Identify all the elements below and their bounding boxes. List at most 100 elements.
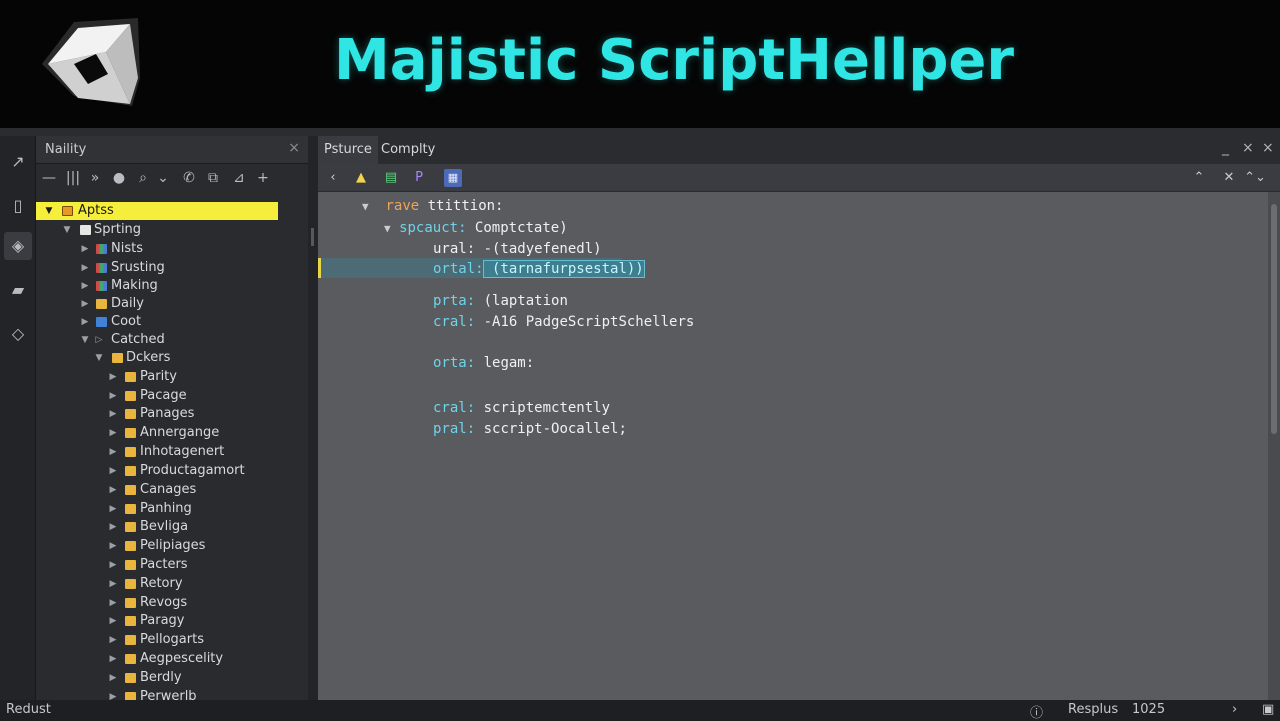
tree-item-label: Nists	[111, 241, 143, 256]
tree-item[interactable]: ▶ Retory	[36, 575, 278, 593]
caret-right-icon[interactable]: ▶	[108, 650, 118, 668]
caret-right-icon[interactable]: ▶	[80, 295, 90, 313]
fold-icon[interactable]: ▼	[384, 222, 391, 235]
tree-item[interactable]: ▶ Parity	[36, 368, 278, 386]
caret-right-icon[interactable]: ▶	[108, 424, 118, 442]
back-icon[interactable]: ‹	[324, 169, 342, 187]
tree-item[interactable]: ▼ Dckers	[36, 349, 278, 367]
tree-item[interactable]: ▶ Pacage	[36, 387, 278, 405]
chevrons-icon[interactable]: »	[86, 170, 104, 186]
caret-down-icon[interactable]: ▼	[94, 349, 104, 367]
info-icon[interactable]: ⓘ	[1030, 702, 1043, 721]
caret-right-icon[interactable]: ▶	[80, 259, 90, 277]
caret-right-icon[interactable]: ▶	[108, 481, 118, 499]
caret-down-icon[interactable]: ▼	[62, 221, 72, 239]
scrollbar-thumb[interactable]	[1271, 204, 1277, 434]
phone-icon[interactable]: ✆	[180, 170, 198, 186]
unity-icon[interactable]: ◈	[4, 232, 32, 260]
caret-right-icon[interactable]: ▶	[108, 594, 118, 612]
chevron-right-icon[interactable]: ›	[1232, 702, 1237, 717]
tools-icon[interactable]: ✕	[1220, 169, 1238, 187]
tree-item[interactable]: ▶ Pelipiages	[36, 537, 278, 555]
tree-item-label: Pelipiages	[140, 538, 206, 553]
tree-item[interactable]: ▶ Berdly	[36, 669, 278, 687]
filter-icon[interactable]: ⊿	[230, 170, 248, 186]
tree-item[interactable]: ▶ Productagamort	[36, 462, 278, 480]
caret-right-icon[interactable]: ▶	[108, 612, 118, 630]
layout-icon[interactable]: ▣	[1262, 702, 1274, 717]
tree-item[interactable]: ▶ Pacters	[36, 556, 278, 574]
copy-icon[interactable]: ⧉	[204, 170, 222, 186]
tree-item[interactable]: ▶ Bevliga	[36, 518, 278, 536]
tree-item[interactable]: ▶ Daily	[36, 295, 278, 313]
tree-item[interactable]: ▶ Coot	[36, 313, 278, 331]
calendar-icon[interactable]: ▦	[444, 169, 462, 187]
tree-item[interactable]: ▶ Pellogarts	[36, 631, 278, 649]
collapse-icon[interactable]: —	[40, 170, 58, 186]
caret-right-icon[interactable]: ▶	[108, 537, 118, 555]
caret-right-icon[interactable]: ▶	[108, 518, 118, 536]
warning-icon[interactable]: ▲	[352, 169, 370, 187]
caret-right-icon[interactable]: ▶	[108, 556, 118, 574]
close-all-icon[interactable]: ×	[1262, 140, 1274, 156]
scrollbar-thumb[interactable]	[311, 228, 314, 246]
caret-right-icon[interactable]: ▶	[80, 277, 90, 295]
caret-right-icon[interactable]: ▶	[108, 443, 118, 461]
caret-down-icon[interactable]: ▼	[80, 331, 90, 349]
expand-icon[interactable]: ⌃⌄	[1244, 169, 1266, 187]
gamepad-icon[interactable]: ▰	[4, 276, 32, 304]
tree-item[interactable]: ▶ Making	[36, 277, 278, 295]
minimize-icon[interactable]: _	[1222, 140, 1229, 156]
circle-icon[interactable]: ●	[110, 170, 128, 186]
tree-item[interactable]: ▼ ▷ Catched	[36, 331, 278, 349]
script-icon[interactable]: P	[410, 169, 428, 187]
script-editor: Psturce Complty _ × × ‹ ▲ ▤ P ▦ ⌃ ✕ ⌃⌄ ▼…	[318, 136, 1280, 700]
unity-outline-icon[interactable]: ◇	[4, 320, 32, 348]
caret-right-icon[interactable]: ▶	[108, 387, 118, 405]
folder-icon	[125, 428, 136, 438]
editor-scrollbar[interactable]	[1268, 192, 1280, 700]
tree-item[interactable]: ▼ Sprting	[36, 221, 278, 239]
caret-right-icon[interactable]: ▶	[108, 669, 118, 687]
close-icon[interactable]: ×	[1242, 140, 1254, 156]
tab-source[interactable]: Psturce	[318, 136, 378, 164]
caret-right-icon[interactable]: ▶	[108, 368, 118, 386]
tree-item-label: Aptss	[78, 203, 114, 218]
tree-item[interactable]: ▶ Aegpescelity	[36, 650, 278, 668]
fold-icon[interactable]: ▼	[362, 200, 369, 213]
caret-right-icon[interactable]: ▶	[108, 500, 118, 518]
folder-icon	[125, 466, 136, 476]
document-icon[interactable]: ▤	[382, 169, 400, 187]
tree-item[interactable]: ▶ Paragy	[36, 612, 278, 630]
caret-right-icon[interactable]: ▶	[108, 462, 118, 480]
caret-right-icon[interactable]: ▶	[80, 313, 90, 331]
tab-compile[interactable]: Complty	[375, 136, 441, 164]
status-item[interactable]: Resplus	[1068, 702, 1118, 717]
caret-down-icon[interactable]: ▼	[44, 202, 54, 220]
caret-right-icon[interactable]: ▶	[108, 631, 118, 649]
add-icon[interactable]: +	[254, 170, 272, 186]
tree-item-label: Daily	[111, 296, 144, 311]
panel-icon[interactable]: ▯	[4, 192, 32, 220]
search-icon[interactable]: ⌕	[134, 170, 152, 186]
wand-icon[interactable]: ↗	[4, 148, 32, 176]
tree-item[interactable]: ▶ Inhotagenert	[36, 443, 278, 461]
tree-item[interactable]: ▶ Panhing	[36, 500, 278, 518]
caret-right-icon[interactable]: ▶	[80, 240, 90, 258]
hierarchy-scrollbar[interactable]	[308, 136, 318, 700]
tree-item[interactable]: ▶ Annergange	[36, 424, 278, 442]
collapse-up-icon[interactable]: ⌃	[1190, 169, 1208, 187]
chevron-down-icon[interactable]: ⌄	[154, 170, 172, 186]
code-line: orta: legam:	[433, 355, 534, 371]
close-icon[interactable]: ×	[288, 140, 300, 156]
tree-item[interactable]: ▶ Panages	[36, 405, 278, 423]
tree-item[interactable]: ▶ Srusting	[36, 259, 278, 277]
caret-right-icon[interactable]: ▶	[108, 575, 118, 593]
caret-right-icon[interactable]: ▶	[108, 405, 118, 423]
tree-item[interactable]: ▶ Nists	[36, 240, 278, 258]
tree-item[interactable]: ▼ Aptss	[36, 202, 278, 220]
columns-icon[interactable]: |||	[64, 170, 82, 186]
tree-item[interactable]: ▶ Revogs	[36, 594, 278, 612]
code-area[interactable]: ▼ rave ttittion: ▼ spcauct: Comptctate) …	[318, 192, 1268, 700]
tree-item[interactable]: ▶ Canages	[36, 481, 278, 499]
